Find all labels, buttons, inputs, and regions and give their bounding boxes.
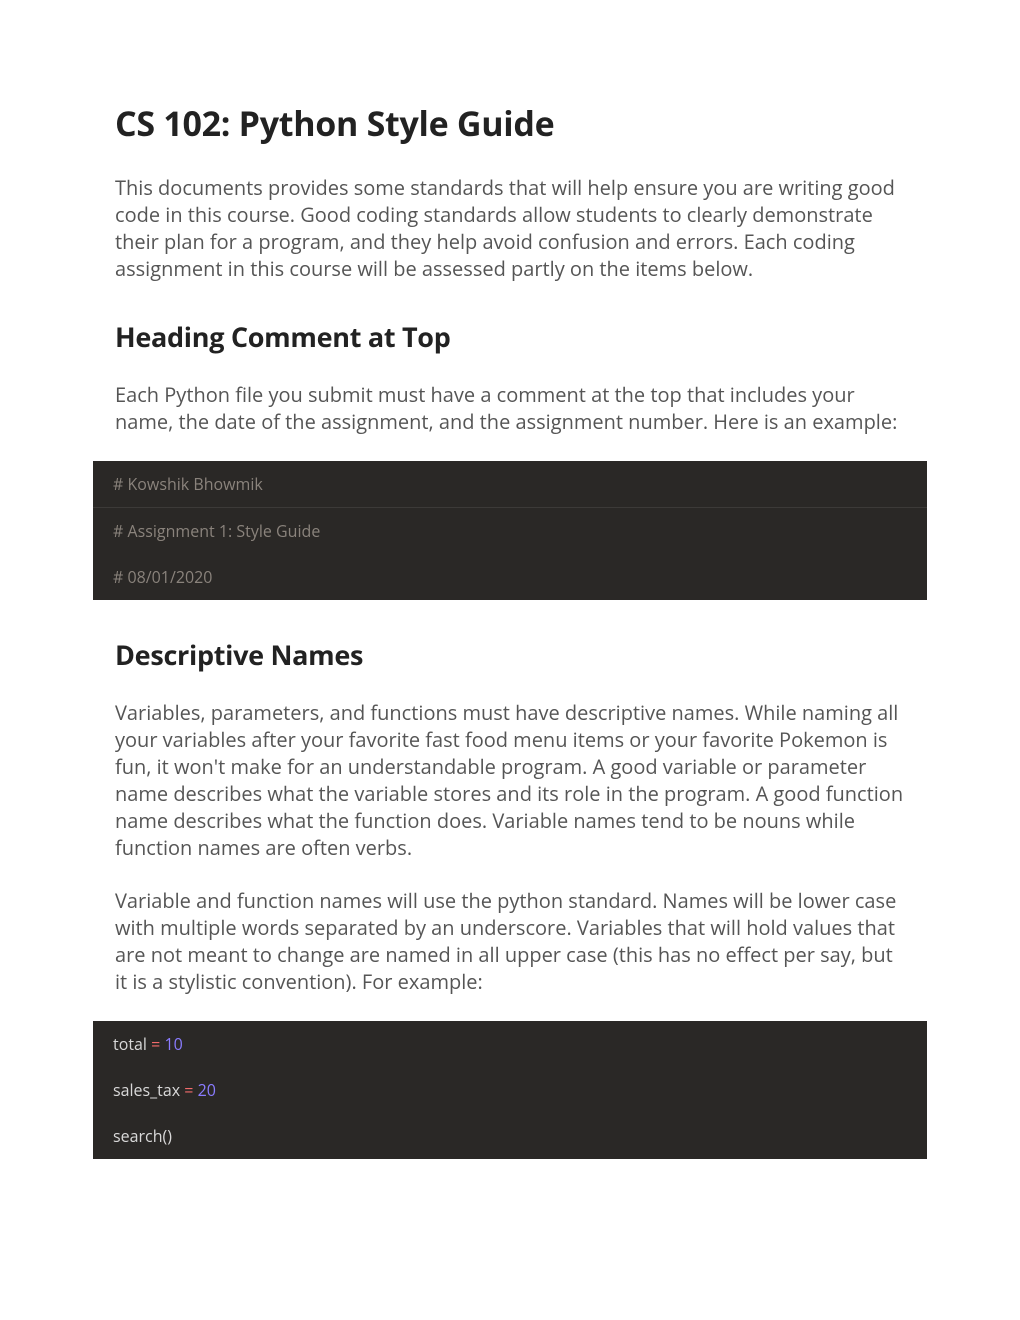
page-title: CS 102: Python Style Guide [115, 100, 905, 146]
code-var: total [113, 1033, 151, 1055]
section2-p2: Variable and function names will use the… [115, 887, 905, 995]
code-line: # Kowshik Bhowmik [93, 461, 927, 508]
code-number: 20 [198, 1079, 216, 1101]
code-line: # 08/01/2020 [93, 554, 927, 600]
code-line: search() [93, 1113, 927, 1159]
code-block-heading-comment: # Kowshik Bhowmik # Assignment 1: Style … [93, 461, 927, 600]
code-line: total = 10 [93, 1021, 927, 1067]
code-line: # Assignment 1: Style Guide [93, 508, 927, 554]
code-number: 10 [164, 1033, 182, 1055]
section2-p1: Variables, parameters, and functions mus… [115, 699, 905, 861]
intro-paragraph: This documents provides some standards t… [115, 174, 905, 282]
code-line: sales_tax = 20 [93, 1067, 927, 1113]
code-operator: = [151, 1033, 164, 1055]
code-operator: = [184, 1079, 197, 1101]
code-var: sales_tax [113, 1079, 184, 1101]
section-heading-comment: Heading Comment at Top [115, 318, 905, 355]
section1-text: Each Python file you submit must have a … [115, 381, 905, 435]
section-descriptive-names: Descriptive Names [115, 636, 905, 673]
document-page: CS 102: Python Style Guide This document… [0, 0, 1020, 1295]
code-block-names: total = 10 sales_tax = 20 search() [93, 1021, 927, 1159]
